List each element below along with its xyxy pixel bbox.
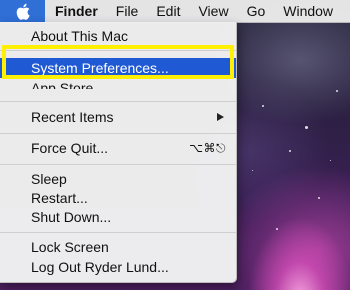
menu-separator	[0, 133, 236, 134]
star	[262, 105, 264, 107]
apple-menu-dropdown: About This Mac System Preferences... App…	[0, 22, 237, 283]
menu-item-label: Sleep	[31, 171, 67, 187]
menu-item-label: Log Out Ryder Lund...	[31, 259, 169, 275]
submenu-arrow-icon	[217, 113, 224, 121]
menu-item-label: Restart...	[31, 190, 88, 206]
menu-item-system-preferences[interactable]: System Preferences...	[0, 58, 236, 78]
menu-separator	[0, 232, 236, 233]
menu-separator	[0, 101, 236, 102]
apple-menu-button[interactable]	[0, 0, 45, 22]
star	[252, 170, 253, 171]
menu-bar: Finder File Edit View Go Window	[0, 0, 350, 23]
menu-item-force-quit[interactable]: Force Quit... ⌥⌘⎋	[0, 138, 236, 158]
keyboard-shortcut: ⌥⌘⎋	[189, 141, 226, 155]
menu-item-label: System Preferences...	[31, 60, 169, 76]
menu-item-label: About This Mac	[31, 28, 129, 44]
star	[276, 228, 278, 230]
menu-item-label: Force Quit...	[31, 140, 109, 156]
menu-item-lock-screen[interactable]: Lock Screen	[0, 237, 236, 257]
menu-item-label: App Store...	[31, 81, 105, 89]
menu-item-restart[interactable]: Restart...	[0, 188, 236, 208]
menu-item-sleep[interactable]: Sleep	[0, 169, 236, 189]
menu-separator	[0, 50, 236, 51]
menu-edit[interactable]: Edit	[147, 0, 189, 22]
menu-item-about-this-mac[interactable]: About This Mac	[0, 26, 236, 46]
menu-item-label: Recent Items	[31, 109, 114, 125]
menu-window[interactable]: Window	[274, 0, 342, 22]
star	[336, 90, 338, 92]
menu-separator	[0, 164, 236, 165]
star	[330, 160, 331, 161]
menu-go[interactable]: Go	[238, 0, 275, 22]
star	[318, 197, 320, 199]
star	[305, 126, 308, 129]
menu-item-shut-down[interactable]: Shut Down...	[0, 207, 236, 227]
menu-finder[interactable]: Finder	[45, 0, 107, 22]
menu-file[interactable]: File	[107, 0, 148, 22]
menu-item-label: Lock Screen	[31, 239, 109, 255]
menu-view[interactable]: View	[189, 0, 237, 22]
apple-logo-icon	[16, 3, 30, 20]
star	[289, 150, 291, 152]
menu-item-recent-items[interactable]: Recent Items	[0, 107, 236, 127]
menu-item-log-out[interactable]: Log Out Ryder Lund...	[0, 257, 236, 277]
menu-item-app-store[interactable]: App Store...	[31, 81, 105, 89]
menu-item-label: Shut Down...	[31, 209, 112, 225]
